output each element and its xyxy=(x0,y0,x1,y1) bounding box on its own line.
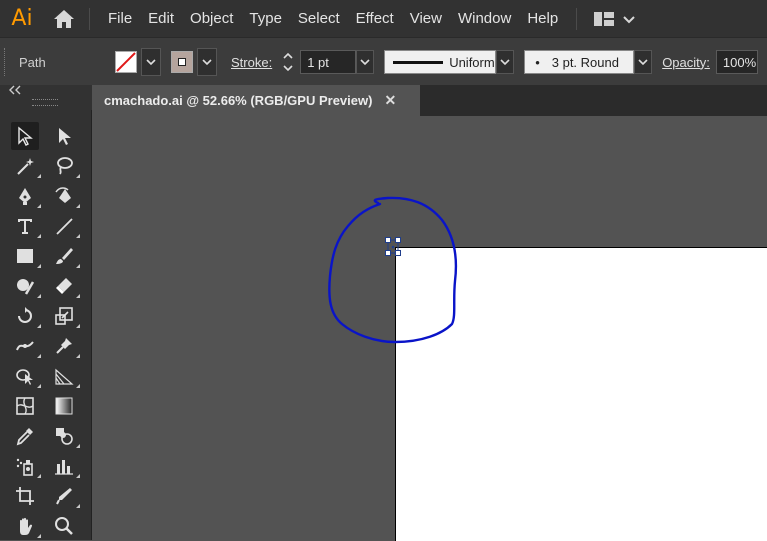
hand-tool-icon[interactable] xyxy=(11,512,39,540)
selection-tool-icon[interactable] xyxy=(11,122,39,150)
variable-width-profile[interactable]: Uniform xyxy=(384,50,497,74)
menu-bar: Ai File Edit Object Type Select Effect V… xyxy=(0,0,767,37)
opacity-input[interactable]: 100% xyxy=(715,50,758,74)
menu-window[interactable]: Window xyxy=(450,0,519,37)
stroke-color-dropdown[interactable] xyxy=(197,48,217,76)
selection-handle xyxy=(395,237,401,243)
none-fill-icon xyxy=(116,52,136,72)
stroke-swatch[interactable] xyxy=(171,51,193,73)
menu-separator xyxy=(576,7,578,30)
menu-file[interactable]: File xyxy=(100,0,140,37)
menu-select[interactable]: Select xyxy=(290,0,348,37)
tools-panel xyxy=(0,110,92,540)
chevron-down-icon xyxy=(623,15,635,23)
profile-dropdown[interactable] xyxy=(496,50,515,74)
app-logo: Ai xyxy=(11,6,33,31)
document-tab-title: cmachado.ai @ 52.66% (RGB/GPU Preview) xyxy=(104,93,373,108)
menu-view[interactable]: View xyxy=(402,0,450,37)
opacity-value: 100% xyxy=(722,54,757,70)
drawing-layer xyxy=(328,196,458,344)
selection-handle xyxy=(385,250,391,256)
rotate-tool-icon[interactable] xyxy=(11,302,39,330)
close-icon[interactable]: ✕ xyxy=(384,92,396,109)
brush-definition-label: 3 pt. Round xyxy=(551,54,619,70)
curvature-tool-icon[interactable] xyxy=(50,182,78,210)
brush-dot: • xyxy=(535,54,540,70)
home-icon[interactable] xyxy=(49,0,79,37)
chevron-down-icon xyxy=(202,59,212,66)
column-graph-tool-icon[interactable] xyxy=(50,452,78,480)
chevron-down-icon xyxy=(638,59,648,66)
chevron-down-icon xyxy=(283,65,293,72)
selection-handle xyxy=(395,250,401,256)
menu-effect[interactable]: Effect xyxy=(348,0,402,37)
menu-help[interactable]: Help xyxy=(519,0,566,37)
magic-wand-tool-icon[interactable] xyxy=(11,152,39,180)
collapse-panel-icon[interactable] xyxy=(8,85,22,95)
type-tool-icon[interactable] xyxy=(11,212,39,240)
workspace-switcher[interactable] xyxy=(593,11,637,27)
workspace-layout-icon xyxy=(594,11,615,26)
direct-selection-tool-icon[interactable] xyxy=(50,122,78,150)
toolbar-header xyxy=(0,85,92,110)
chevron-up-icon xyxy=(283,52,293,59)
menu-edit[interactable]: Edit xyxy=(140,0,182,37)
selection-bounding-box[interactable] xyxy=(385,237,401,256)
eyedropper-tool-icon[interactable] xyxy=(11,422,39,450)
stroke-weight-stepper[interactable] xyxy=(280,49,296,75)
shape-builder-tool-icon[interactable] xyxy=(11,362,39,390)
paintbrush-tool-icon[interactable] xyxy=(50,242,78,270)
chevron-down-icon xyxy=(146,59,156,66)
stroke-swatch-inner xyxy=(178,58,186,66)
chevron-down-icon xyxy=(500,59,510,66)
canvas-area[interactable] xyxy=(92,116,767,541)
toolbar-grip[interactable] xyxy=(32,99,58,106)
slice-tool-icon[interactable] xyxy=(50,482,78,510)
selection-handle xyxy=(385,237,391,243)
lasso-tool-icon[interactable] xyxy=(50,152,78,180)
pen-tool-icon[interactable] xyxy=(11,182,39,210)
stroke-weight-input[interactable]: 1 pt xyxy=(300,50,357,74)
uniform-stroke-line xyxy=(393,60,444,64)
rectangle-tool-icon[interactable] xyxy=(11,242,39,270)
stroke-weight-dropdown[interactable] xyxy=(356,50,375,74)
eraser-tool-icon[interactable] xyxy=(50,272,78,300)
line-segment-tool-icon[interactable] xyxy=(50,212,78,240)
gradient-tool-icon[interactable] xyxy=(50,392,78,420)
width-tool-icon[interactable] xyxy=(11,332,39,360)
perspective-grid-tool-icon[interactable] xyxy=(50,362,78,390)
zoom-tool-icon[interactable] xyxy=(50,512,78,540)
fill-swatch[interactable] xyxy=(115,51,137,73)
symbol-sprayer-tool-icon[interactable] xyxy=(11,452,39,480)
document-tab[interactable]: cmachado.ai @ 52.66% (RGB/GPU Preview) ✕ xyxy=(92,85,420,116)
menu-separator xyxy=(89,7,90,30)
blend-tool-icon[interactable] xyxy=(50,422,78,450)
control-bar-grip[interactable] xyxy=(4,48,8,76)
selection-type-label: Path xyxy=(19,54,46,70)
fill-dropdown[interactable] xyxy=(141,48,161,76)
selection-center-point xyxy=(391,245,395,249)
mesh-tool-icon[interactable] xyxy=(11,392,39,420)
control-bar: Path Stroke: 1 pt Uniform • 3 pt. Round … xyxy=(0,37,767,86)
stroke-label[interactable]: Stroke: xyxy=(231,55,272,70)
scale-tool-icon[interactable] xyxy=(50,302,78,330)
brush-definition[interactable]: • 3 pt. Round xyxy=(524,50,635,74)
shaper-tool-icon[interactable] xyxy=(11,272,39,300)
puppet-warp-tool-icon[interactable] xyxy=(50,332,78,360)
opacity-label[interactable]: Opacity: xyxy=(662,55,710,70)
artboard-tool-icon[interactable] xyxy=(11,482,39,510)
variable-width-profile-label: Uniform xyxy=(449,54,495,70)
chevron-down-icon xyxy=(360,59,370,66)
brush-dropdown[interactable] xyxy=(634,50,653,74)
menu-object[interactable]: Object xyxy=(182,0,241,37)
hand-drawn-circle-path[interactable] xyxy=(328,196,458,344)
menu-type[interactable]: Type xyxy=(241,0,290,37)
stroke-weight-value: 1 pt xyxy=(307,54,329,70)
document-tab-bar: cmachado.ai @ 52.66% (RGB/GPU Preview) ✕ xyxy=(92,85,767,116)
